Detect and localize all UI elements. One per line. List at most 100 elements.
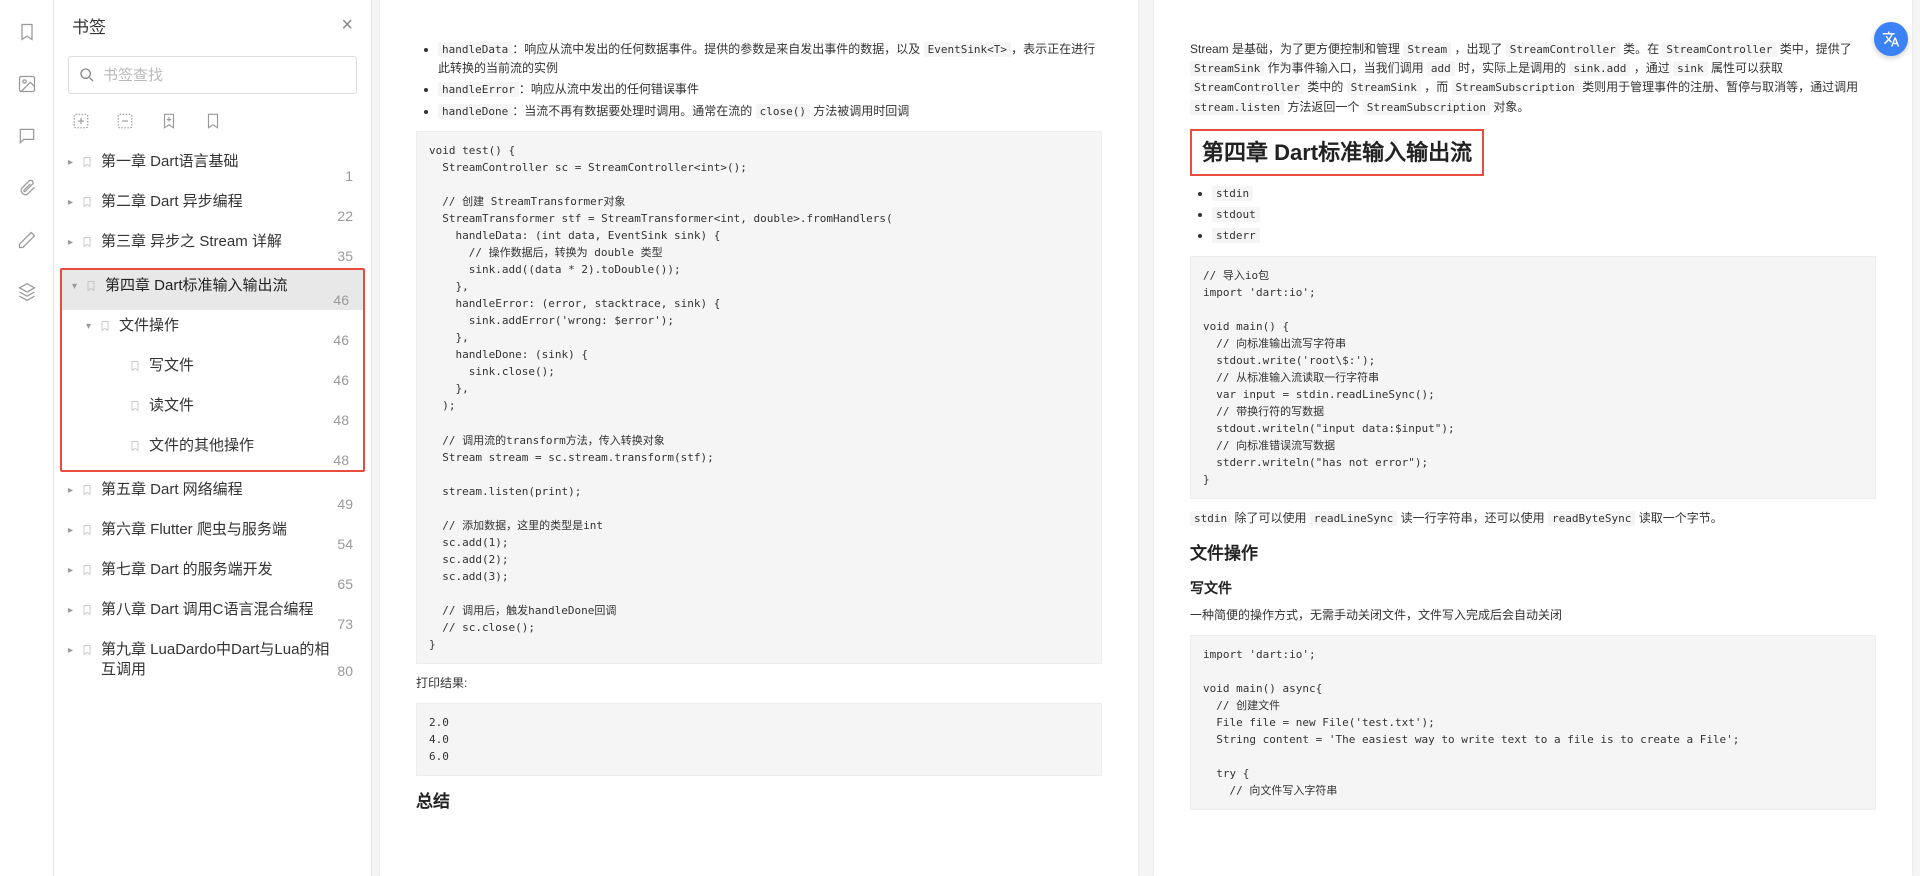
stdin-note: stdin 除了可以使用 readLineSync 读一行字符串，还可以使用 r… xyxy=(1190,509,1876,528)
bookmark-icon xyxy=(85,279,99,296)
bookmark-sidebar: 书签 × ▸ 第一章 Dart语言基础1 ▸ 第二章 Dart 异步编程22 ▸ 第三章 … xyxy=(54,0,372,876)
tree-item[interactable]: 文件的其他操作48 xyxy=(62,430,363,470)
page-number: 46 xyxy=(333,332,349,348)
bookmark-icon xyxy=(99,319,113,336)
bookmark-add-icon[interactable] xyxy=(160,112,178,130)
page-number: 65 xyxy=(337,576,353,592)
chevron-right-icon[interactable]: ▸ xyxy=(68,237,78,248)
bookmark-icon xyxy=(129,399,143,416)
highlight-box: ▾第四章 Dart标准输入输出流46▾文件操作46写文件46读文件48文件的其他… xyxy=(60,268,365,472)
tree-item-label: 读文件 xyxy=(149,396,353,416)
bookmark-icon xyxy=(81,235,95,252)
tree-item[interactable]: ▸第九章 LuaDardo中Dart与Lua的相互调用80 xyxy=(58,634,367,681)
sidebar-title: 书签 xyxy=(72,13,106,38)
bookmark-icon xyxy=(81,603,95,620)
bookmark-icon xyxy=(129,439,143,456)
sidebar-header: 书签 × xyxy=(54,0,371,50)
search-box[interactable] xyxy=(68,56,357,94)
list-item: stdin xyxy=(1212,184,1876,203)
summary-heading: 总结 xyxy=(416,788,1102,815)
page-number: 80 xyxy=(337,663,353,679)
page-number: 73 xyxy=(337,616,353,632)
tree-item-label: 第六章 Flutter 爬虫与服务端 xyxy=(101,520,357,540)
chevron-down-icon[interactable]: ▾ xyxy=(86,321,96,332)
layers-icon[interactable] xyxy=(15,280,39,304)
tree-item[interactable]: ▾ 文件操作46 xyxy=(62,310,363,350)
tree-item-label: 第五章 Dart 网络编程 xyxy=(101,480,357,500)
edit-icon[interactable] xyxy=(15,228,39,252)
tree-item[interactable]: ▸第八章 Dart 调用C语言混合编程73 xyxy=(58,594,367,634)
tree-item-label: 写文件 xyxy=(149,356,353,376)
code-block: 2.0 4.0 6.0 xyxy=(416,703,1102,776)
chevron-right-icon[interactable]: ▸ xyxy=(68,197,78,208)
bookmark-outline-icon[interactable] xyxy=(204,112,222,130)
chapter-title-box: 第四章 Dart标准输入输出流 xyxy=(1190,129,1484,176)
bookmark-icon xyxy=(81,483,95,500)
result-label: 打印结果: xyxy=(416,674,1102,693)
tree-item-label: 文件操作 xyxy=(119,316,353,336)
tree-item[interactable]: 写文件46 xyxy=(62,350,363,390)
chevron-right-icon[interactable]: ▸ xyxy=(68,157,78,168)
tree-item-label: 第三章 异步之 Stream 详解 xyxy=(101,232,357,252)
page-right: Stream 是基础，为了更方便控制和管理 Stream ，出现了 Stream… xyxy=(1154,0,1912,876)
close-icon[interactable]: × xyxy=(341,14,353,37)
tree-item[interactable]: ▸ 第六章 Flutter 爬虫与服务端54 xyxy=(58,514,367,554)
translate-button[interactable] xyxy=(1874,22,1908,56)
bookmark-icon xyxy=(81,643,95,660)
code-block: import 'dart:io'; void main() async{ // … xyxy=(1190,635,1876,810)
list-item: handleDone：当流不再有数据要处理时调用。通常在流的 close() 方… xyxy=(438,102,1102,121)
page-number: 46 xyxy=(333,372,349,388)
search-input[interactable] xyxy=(103,67,346,84)
tree-item[interactable]: 读文件48 xyxy=(62,390,363,430)
bookmark-icon xyxy=(129,359,143,376)
chevron-right-icon[interactable]: ▸ xyxy=(68,645,78,656)
page-number: 48 xyxy=(333,452,349,468)
bookmark-tree: ▸ 第一章 Dart语言基础1 ▸ 第二章 Dart 异步编程22 ▸ 第三章 异步之 S… xyxy=(54,142,371,876)
chevron-right-icon[interactable]: ▸ xyxy=(68,525,78,536)
page-number: 22 xyxy=(337,208,353,224)
attachment-icon[interactable] xyxy=(15,176,39,200)
chevron-right-icon[interactable]: ▸ xyxy=(68,605,78,616)
comment-icon[interactable] xyxy=(15,124,39,148)
image-icon[interactable] xyxy=(15,72,39,96)
tree-item-label: 第一章 Dart语言基础 xyxy=(101,152,357,172)
bookmark-icon xyxy=(81,195,95,212)
list-item: handleData：响应从流中发出的任何数据事件。提供的参数是来自发出事件的数… xyxy=(438,40,1102,78)
page-number: 1 xyxy=(345,168,353,184)
chevron-right-icon[interactable]: ▸ xyxy=(68,565,78,576)
document-view: handleData：响应从流中发出的任何数据事件。提供的参数是来自发出事件的数… xyxy=(372,0,1920,876)
expand-all-icon[interactable] xyxy=(72,112,90,130)
bullet-list: handleData：响应从流中发出的任何数据事件。提供的参数是来自发出事件的数… xyxy=(438,40,1102,121)
tree-item[interactable]: ▸ 第二章 Dart 异步编程22 xyxy=(58,186,367,226)
page-number: 35 xyxy=(337,248,353,264)
list-item: handleError：响应从流中发出的任何错误事件 xyxy=(438,80,1102,99)
file-heading: 文件操作 xyxy=(1190,540,1876,567)
chevron-down-icon[interactable]: ▾ xyxy=(72,281,82,292)
code-block: void test() { StreamController sc = Stre… xyxy=(416,131,1102,664)
write-heading: 写文件 xyxy=(1190,577,1876,599)
search-icon xyxy=(79,67,95,83)
tree-item[interactable]: ▸ 第三章 异步之 Stream 详解35 xyxy=(58,226,367,266)
tree-item-label: 第二章 Dart 异步编程 xyxy=(101,192,357,212)
intro-paragraph: Stream 是基础，为了更方便控制和管理 Stream ，出现了 Stream… xyxy=(1190,40,1876,117)
code-block: // 导入io包 import 'dart:io'; void main() {… xyxy=(1190,256,1876,500)
icon-rail xyxy=(0,0,54,876)
page-left: handleData：响应从流中发出的任何数据事件。提供的参数是来自发出事件的数… xyxy=(380,0,1138,876)
chevron-right-icon[interactable]: ▸ xyxy=(68,485,78,496)
bookmark-icon xyxy=(81,523,95,540)
page-number: 54 xyxy=(337,536,353,552)
translate-icon xyxy=(1882,30,1900,48)
tree-item[interactable]: ▾第四章 Dart标准输入输出流46 xyxy=(62,270,363,310)
tree-item-label: 文件的其他操作 xyxy=(149,436,353,456)
write-desc: 一种简便的操作方式，无需手动关闭文件，文件写入完成后会自动关闭 xyxy=(1190,606,1876,625)
collapse-all-icon[interactable] xyxy=(116,112,134,130)
tree-item[interactable]: ▸ 第五章 Dart 网络编程49 xyxy=(58,474,367,514)
page-number: 49 xyxy=(337,496,353,512)
list-item: stderr xyxy=(1212,226,1876,245)
bookmark-icon xyxy=(81,563,95,580)
bookmark-icon xyxy=(81,155,95,172)
std-list: stdinstdoutstderr xyxy=(1212,184,1876,246)
tree-item[interactable]: ▸第七章 Dart 的服务端开发65 xyxy=(58,554,367,594)
bookmark-icon[interactable] xyxy=(15,20,39,44)
tree-item[interactable]: ▸ 第一章 Dart语言基础1 xyxy=(58,146,367,186)
